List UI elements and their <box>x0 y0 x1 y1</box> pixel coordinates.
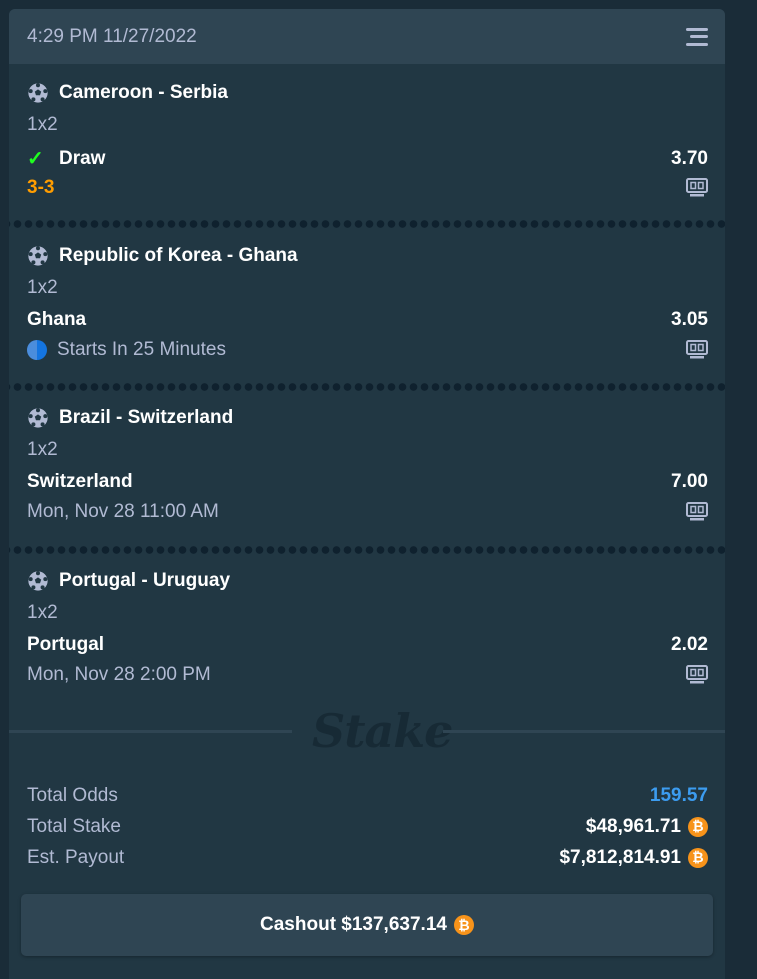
bet-totals: Total Odds 159.57 Total Stake $48,961.71… <box>9 780 725 873</box>
odds-value: 2.02 <box>671 634 708 655</box>
brand-divider: Stake <box>9 696 725 766</box>
bet-slip-card: 4:29 PM 11/27/2022 Cameroon - Serbia 1x2… <box>9 9 725 979</box>
market-label: 1x2 <box>27 114 58 135</box>
start-time: Mon, Nov 28 2:00 PM <box>27 664 211 685</box>
match-title[interactable]: Portugal - Uruguay <box>59 570 230 592</box>
start-status: Starts In 25 Minutes <box>57 339 226 360</box>
selection-label: Switzerland <box>27 471 133 492</box>
scoreboard-icon[interactable] <box>686 502 708 522</box>
soccer-ball-icon <box>28 83 48 103</box>
scoreboard-icon[interactable] <box>686 178 708 198</box>
start-time: Mon, Nov 28 11:00 AM <box>27 501 219 522</box>
odds-value: 3.05 <box>671 309 708 330</box>
cashout-button[interactable]: Cashout $137,637.14 ₿ <box>21 894 713 956</box>
market-label: 1x2 <box>27 602 58 623</box>
leg-divider <box>9 546 725 554</box>
bet-leg: Cameroon - Serbia 1x2 ✓ Draw 3.70 3-3 <box>9 64 725 220</box>
total-odds-value: 159.57 <box>649 784 708 806</box>
cashout-label: Cashout $137,637.14 <box>260 914 447 935</box>
soccer-ball-icon <box>28 571 48 591</box>
bet-leg: Republic of Korea - Ghana 1x2 Ghana 3.05… <box>9 228 725 383</box>
soccer-ball-icon <box>28 408 48 428</box>
odds-value: 3.70 <box>671 147 708 169</box>
leg-divider <box>9 383 725 391</box>
scoreboard-icon[interactable] <box>686 665 708 685</box>
est-payout-value: $7,812,814.91 ₿ <box>559 847 708 869</box>
total-stake-label: Total Stake <box>27 815 121 837</box>
odds-value: 7.00 <box>671 471 708 492</box>
total-odds-label: Total Odds <box>27 784 118 806</box>
bet-slip-header: 4:29 PM 11/27/2022 <box>9 9 725 64</box>
match-title[interactable]: Republic of Korea - Ghana <box>59 245 298 267</box>
est-payout-amount: $7,812,814.91 <box>559 846 681 868</box>
market-label: 1x2 <box>27 439 58 460</box>
est-payout-label: Est. Payout <box>27 846 125 868</box>
bet-datetime: 4:29 PM 11/27/2022 <box>27 25 197 47</box>
leg-divider <box>9 220 725 228</box>
menu-icon[interactable] <box>686 27 708 46</box>
stake-logo: Stake <box>312 704 453 758</box>
bet-leg: Brazil - Switzerland 1x2 Switzerland 7.0… <box>9 391 725 546</box>
selection-label: Ghana <box>27 309 87 330</box>
live-score: 3-3 <box>27 177 55 198</box>
soccer-ball-icon <box>28 246 48 266</box>
total-stake-amount: $48,961.71 <box>585 815 681 837</box>
selection-label: Draw <box>59 147 106 169</box>
match-title[interactable]: Cameroon - Serbia <box>59 82 228 104</box>
market-label: 1x2 <box>27 277 58 298</box>
bitcoin-icon: ₿ <box>453 915 474 935</box>
scoreboard-icon[interactable] <box>686 340 708 360</box>
bet-leg: Portugal - Uruguay 1x2 Portugal 2.02 Mon… <box>9 554 725 696</box>
bitcoin-icon: ₿ <box>688 816 708 837</box>
selection-label: Portugal <box>27 634 105 655</box>
bitcoin-icon: ₿ <box>688 847 708 868</box>
countdown-icon <box>27 340 47 360</box>
match-title[interactable]: Brazil - Switzerland <box>59 407 233 429</box>
total-stake-value: $48,961.71 ₿ <box>586 816 708 838</box>
check-icon: ✓ <box>27 148 44 170</box>
